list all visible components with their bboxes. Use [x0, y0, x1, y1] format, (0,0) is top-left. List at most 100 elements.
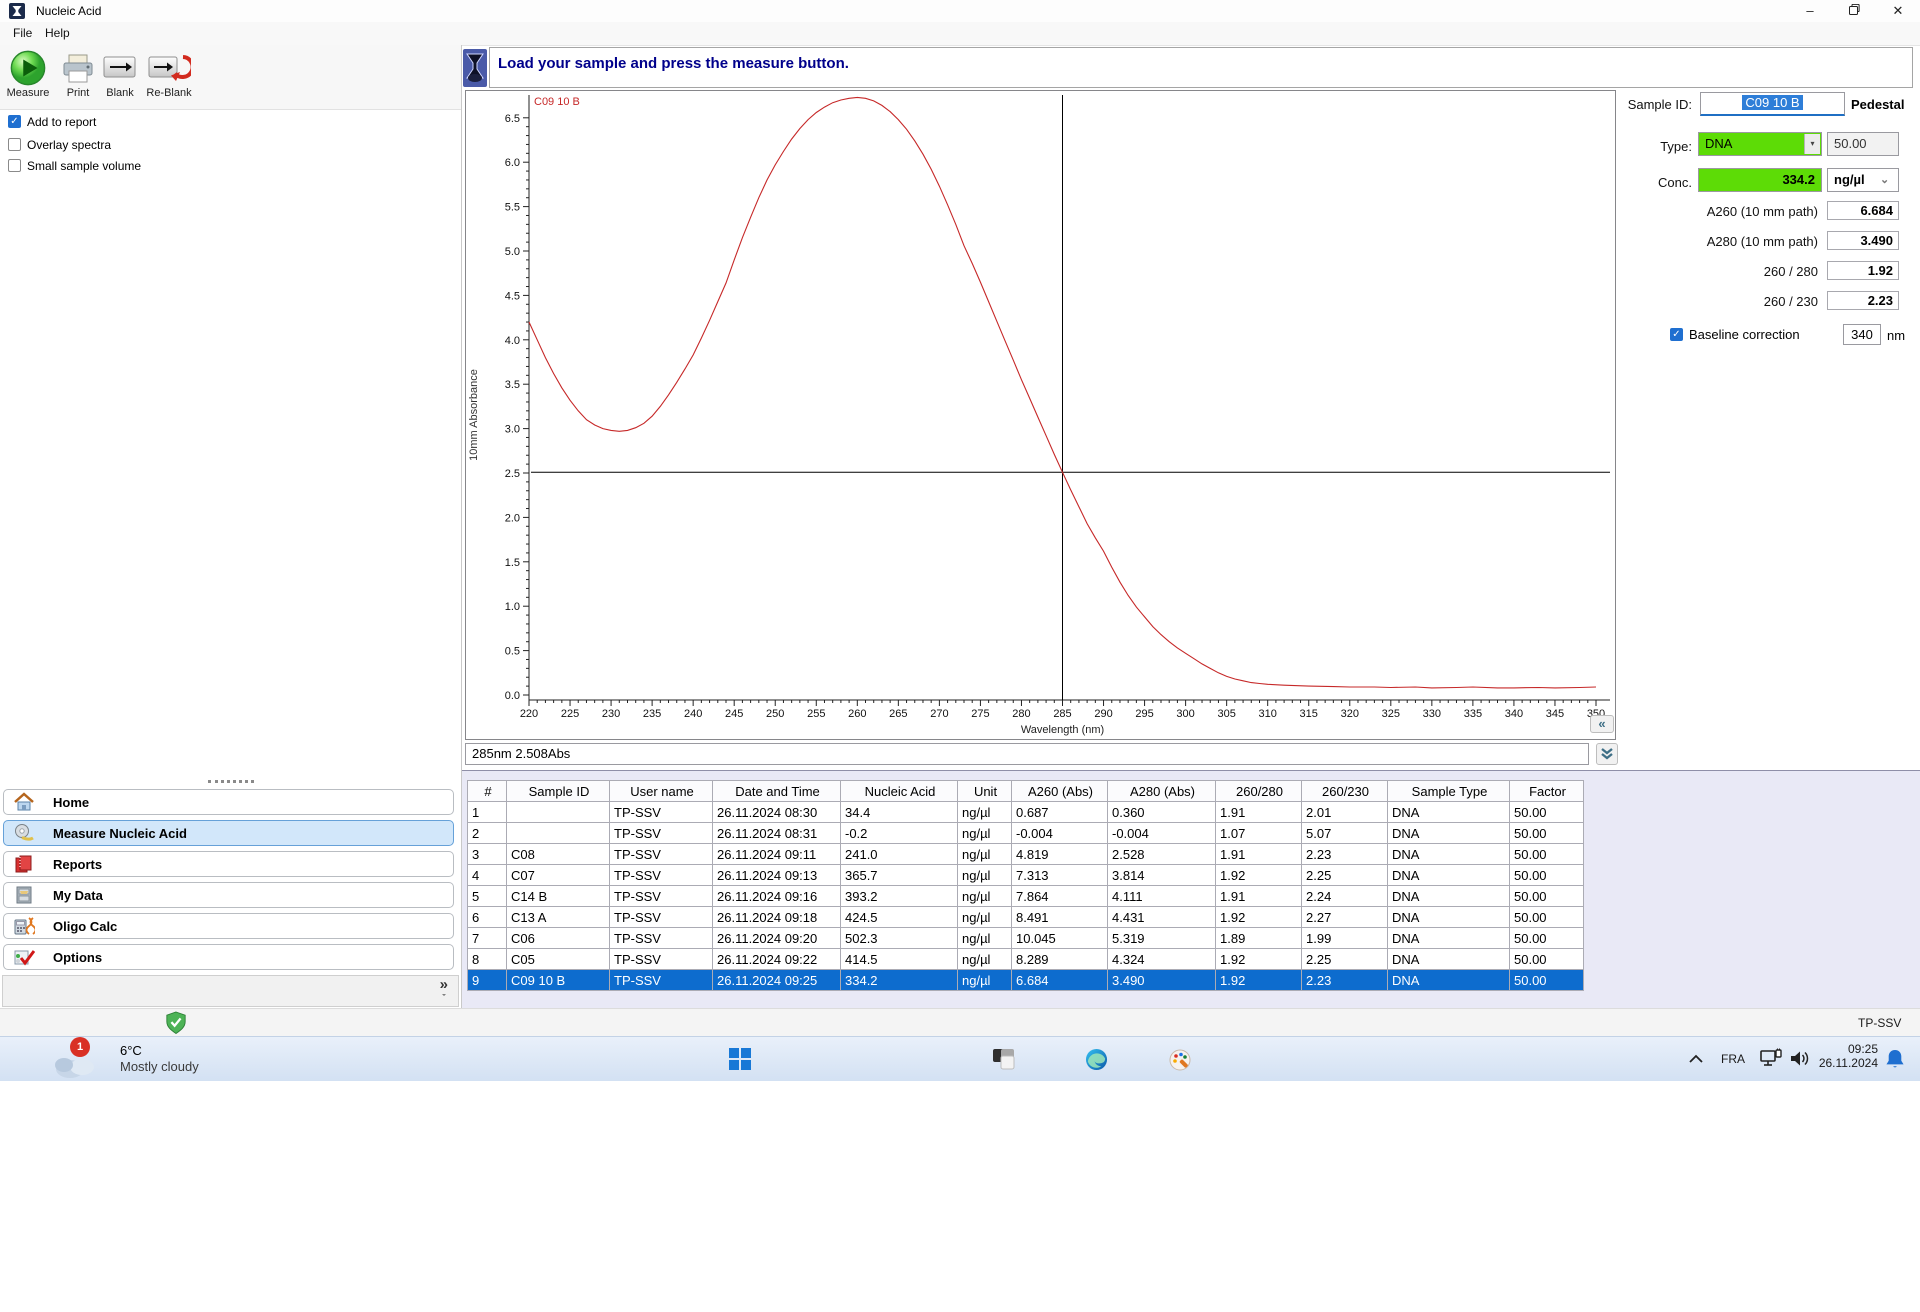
blank-icon [102, 49, 138, 87]
unit-value: ng/µl [1834, 172, 1865, 187]
column-header[interactable]: Factor [1510, 781, 1584, 802]
table-cell: 414.5 [841, 949, 958, 970]
sidebar-item-oligo-calc[interactable]: Oligo Calc [3, 913, 454, 939]
table-row[interactable]: 7C06TP-SSV26.11.2024 09:20502.3ng/µl10.0… [468, 928, 1584, 949]
restore-button[interactable] [1832, 0, 1876, 22]
type-select[interactable]: DNA ▾ [1698, 132, 1822, 156]
app-status-bar: TP-SSV [0, 1008, 1920, 1037]
blank-button[interactable]: Blank [100, 49, 140, 99]
svg-text:345: 345 [1546, 708, 1564, 720]
table-row[interactable]: 4C07TP-SSV26.11.2024 09:13365.7ng/µl7.31… [468, 865, 1584, 886]
sidebar-item-measure-nucleic-acid[interactable]: Measure Nucleic Acid [3, 820, 454, 846]
table-cell: 50.00 [1510, 949, 1584, 970]
task-view-icon[interactable] [992, 1048, 1018, 1070]
table-cell: C08 [507, 844, 610, 865]
notification-bell-icon[interactable] [1886, 1049, 1904, 1069]
svg-text:325: 325 [1382, 708, 1400, 720]
sidebar-item-home[interactable]: Home [3, 789, 454, 815]
table-row[interactable]: 8C05TP-SSV26.11.2024 09:22414.5ng/µl8.28… [468, 949, 1584, 970]
table-cell: 3 [468, 844, 507, 865]
table-cell: 3.814 [1108, 865, 1216, 886]
table-cell: 50.00 [1510, 907, 1584, 928]
column-header[interactable]: 260/230 [1302, 781, 1388, 802]
edge-browser-icon[interactable] [1085, 1048, 1108, 1071]
blank-label: Blank [106, 87, 134, 99]
column-header[interactable]: 260/280 [1216, 781, 1302, 802]
table-row[interactable]: 3C08TP-SSV26.11.2024 09:11241.0ng/µl4.81… [468, 844, 1584, 865]
network-icon[interactable] [1760, 1048, 1784, 1070]
table-row[interactable]: 6C13 ATP-SSV26.11.2024 09:18424.5ng/µl8.… [468, 907, 1584, 928]
tray-chevron-up-icon[interactable] [1688, 1053, 1704, 1065]
measure-play-icon [9, 49, 47, 87]
column-header[interactable]: Date and Time [713, 781, 841, 802]
table-cell: 1.07 [1216, 823, 1302, 844]
splitter-handle[interactable] [208, 780, 254, 783]
checkbox-small-sample-volume[interactable]: Small sample volume [8, 158, 141, 173]
checkbox-overlay-spectra[interactable]: Overlay spectra [8, 137, 111, 152]
checkbox-add-to-report[interactable]: ✓ Add to report [8, 114, 96, 129]
close-button[interactable]: ✕ [1876, 0, 1920, 22]
baseline-checkbox[interactable]: ✓ [1670, 328, 1683, 341]
column-header[interactable]: A280 (Abs) [1108, 781, 1216, 802]
sample-id-label: Sample ID: [1622, 97, 1692, 112]
svg-text:5.0: 5.0 [505, 246, 520, 258]
column-header[interactable]: A260 (Abs) [1012, 781, 1108, 802]
column-header[interactable]: Sample ID [507, 781, 610, 802]
results-table[interactable]: #Sample IDUser nameDate and TimeNucleic … [467, 780, 1584, 991]
table-cell: C06 [507, 928, 610, 949]
table-cell: 8.491 [1012, 907, 1108, 928]
volume-icon[interactable] [1789, 1049, 1811, 1068]
reblank-button[interactable]: Re-Blank [142, 49, 196, 99]
sidebar-item-my-data[interactable]: My Data [3, 882, 454, 908]
svg-text:4.5: 4.5 [505, 290, 520, 302]
table-cell: 1.91 [1216, 844, 1302, 865]
svg-text:1.0: 1.0 [505, 601, 520, 613]
svg-text:305: 305 [1217, 708, 1235, 720]
table-row[interactable]: 9C09 10 BTP-SSV26.11.2024 09:25334.2ng/µ… [468, 970, 1584, 991]
sidebar-collapse-button[interactable]: »ˇ [440, 979, 448, 1004]
baseline-wavelength-input[interactable]: 340 [1843, 324, 1881, 345]
a260-value: 6.684 [1827, 201, 1899, 220]
language-indicator[interactable]: FRA [1721, 1052, 1745, 1066]
column-header[interactable]: # [468, 781, 507, 802]
expand-table-button[interactable] [1596, 743, 1618, 765]
factor-field[interactable]: 50.00 [1827, 132, 1899, 156]
sidebar-item-options[interactable]: Options [3, 944, 454, 970]
weather-condition: Mostly cloudy [120, 1059, 199, 1074]
table-cell: 6.684 [1012, 970, 1108, 991]
spectrum-chart[interactable]: 2202252302352402452502552602652702752802… [465, 90, 1616, 740]
svg-text:5.5: 5.5 [505, 202, 520, 214]
table-cell: 502.3 [841, 928, 958, 949]
menu-help[interactable]: Help [45, 26, 70, 40]
table-row[interactable]: 5C14 BTP-SSV26.11.2024 09:16393.2ng/µl7.… [468, 886, 1584, 907]
sidebar-label: Options [53, 950, 102, 965]
table-cell: DNA [1388, 844, 1510, 865]
table-cell: 1.91 [1216, 802, 1302, 823]
weather-widget[interactable]: 1 6°C Mostly cloudy [40, 1037, 320, 1081]
table-cell: 2.25 [1302, 865, 1388, 886]
menu-file[interactable]: File [13, 26, 32, 40]
table-row[interactable]: 2TP-SSV26.11.2024 08:31-0.2ng/µl-0.004-0… [468, 823, 1584, 844]
minimize-button[interactable]: – [1788, 0, 1832, 22]
column-header[interactable]: Unit [958, 781, 1012, 802]
sample-id-input[interactable]: C09 10 B [1700, 92, 1845, 116]
measure-button[interactable]: Measure [2, 49, 54, 99]
table-cell: 26.11.2024 08:31 [713, 823, 841, 844]
table-cell: 4.819 [1012, 844, 1108, 865]
instrument-icon [463, 49, 487, 87]
table-cell: C07 [507, 865, 610, 886]
column-header[interactable]: Sample Type [1388, 781, 1510, 802]
table-row[interactable]: 1TP-SSV26.11.2024 08:3034.4ng/µl0.6870.3… [468, 802, 1584, 823]
clock-widget[interactable]: 09:25 26.11.2024 [1814, 1042, 1878, 1070]
collapse-panel-button[interactable]: « [1590, 715, 1614, 733]
column-header[interactable]: Nucleic Acid [841, 781, 958, 802]
a280-label: A280 (10 mm path) [1622, 234, 1818, 249]
unit-select[interactable]: ng/µl ⌄ [1827, 168, 1899, 192]
sidebar-item-reports[interactable]: Reports [3, 851, 454, 877]
column-header[interactable]: User name [610, 781, 713, 802]
paint-app-icon[interactable] [1168, 1047, 1193, 1072]
table-cell: 1.92 [1216, 949, 1302, 970]
print-button[interactable]: Print [58, 49, 98, 99]
start-button[interactable] [728, 1047, 752, 1071]
toolbar: Measure Print Blank [0, 45, 461, 110]
